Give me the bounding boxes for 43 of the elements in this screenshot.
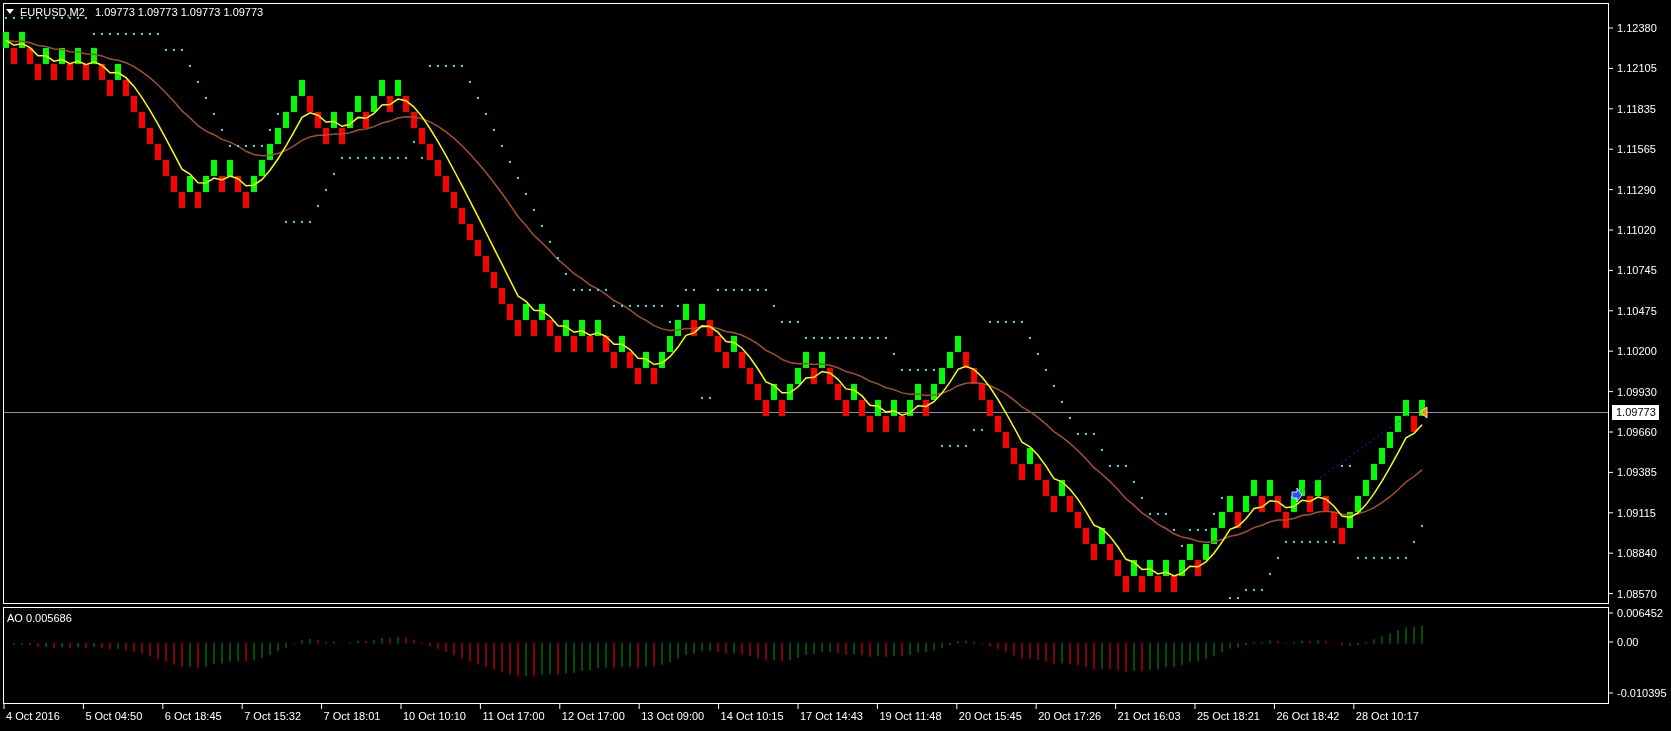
time-axis-label: 25 Oct 18:21 (1197, 710, 1260, 722)
price-axis-label: 1.12105 (1617, 62, 1657, 75)
price-axis-label: 1.12380 (1617, 22, 1657, 34)
indicator-axis-label: 0.006452 (1617, 607, 1663, 619)
symbol-label: EURUSD,M2 (20, 6, 85, 18)
time-axis-label: 21 Oct 16:03 (1117, 710, 1181, 722)
current-price-label: 1.09773 (1612, 405, 1659, 420)
indicator-label: AO 0.005686 (7, 612, 72, 624)
time-axis-label: 12 Oct 17:00 (561, 710, 625, 722)
time-axis-label: 11 Oct 17:00 (482, 710, 545, 722)
dropdown-triangle-icon[interactable] (6, 9, 14, 14)
price-axis-label: 1.10475 (1617, 304, 1657, 317)
price-axis-label: 1.11020 (1617, 224, 1656, 236)
price-marker-icon (1419, 406, 1428, 419)
indicator-axis-label: -0.010395 (1617, 687, 1667, 699)
arrow-icon (1291, 487, 1303, 503)
price-axis-label: 1.09930 (1617, 385, 1657, 398)
price-axis-label: 1.11835 (1617, 102, 1656, 115)
time-axis-label: 17 Oct 14:43 (800, 710, 863, 722)
time-axis-label: 13 Oct 09:00 (641, 710, 705, 722)
price-values: 1.09773 1.09773 1.09773 1.09773 (95, 6, 264, 18)
time-axis-label: 4 Oct 2016 (6, 710, 60, 722)
time-axis-label: 5 Oct 04:50 (85, 710, 143, 722)
price-axis-label: 1.09115 (1617, 506, 1656, 519)
time-axis-label: 28 Oct 10:17 (1355, 710, 1419, 722)
time-axis-label: 20 Oct 15:45 (958, 710, 1022, 722)
price-axis-label: 1.08840 (1617, 547, 1657, 560)
time-axis-label: 10 Oct 10:10 (403, 710, 466, 722)
price-axis-label: 1.10200 (1617, 345, 1657, 358)
time-axis-label: 7 Oct 15:32 (244, 710, 302, 722)
time-axis-label: 19 Oct 11:48 (879, 710, 942, 722)
price-axis-label: 1.09660 (1617, 426, 1657, 438)
time-axis-label: 7 Oct 18:01 (323, 710, 381, 722)
price-axis-label: 1.09385 (1617, 466, 1657, 479)
time-axis-label: 6 Oct 18:45 (164, 710, 222, 722)
time-axis-label: 14 Oct 10:15 (720, 710, 784, 722)
price-axis-label: 1.11565 (1617, 143, 1656, 156)
time-axis-label: 20 Oct 17:26 (1038, 710, 1102, 722)
price-axis-label: 1.10745 (1617, 264, 1657, 277)
price-axis-label: 1.08570 (1617, 587, 1657, 600)
time-axis-label: 26 Oct 18:42 (1276, 710, 1340, 722)
price-axis-label: 1.11290 (1617, 183, 1656, 196)
indicator-axis-label: 0.00 (1617, 636, 1639, 648)
